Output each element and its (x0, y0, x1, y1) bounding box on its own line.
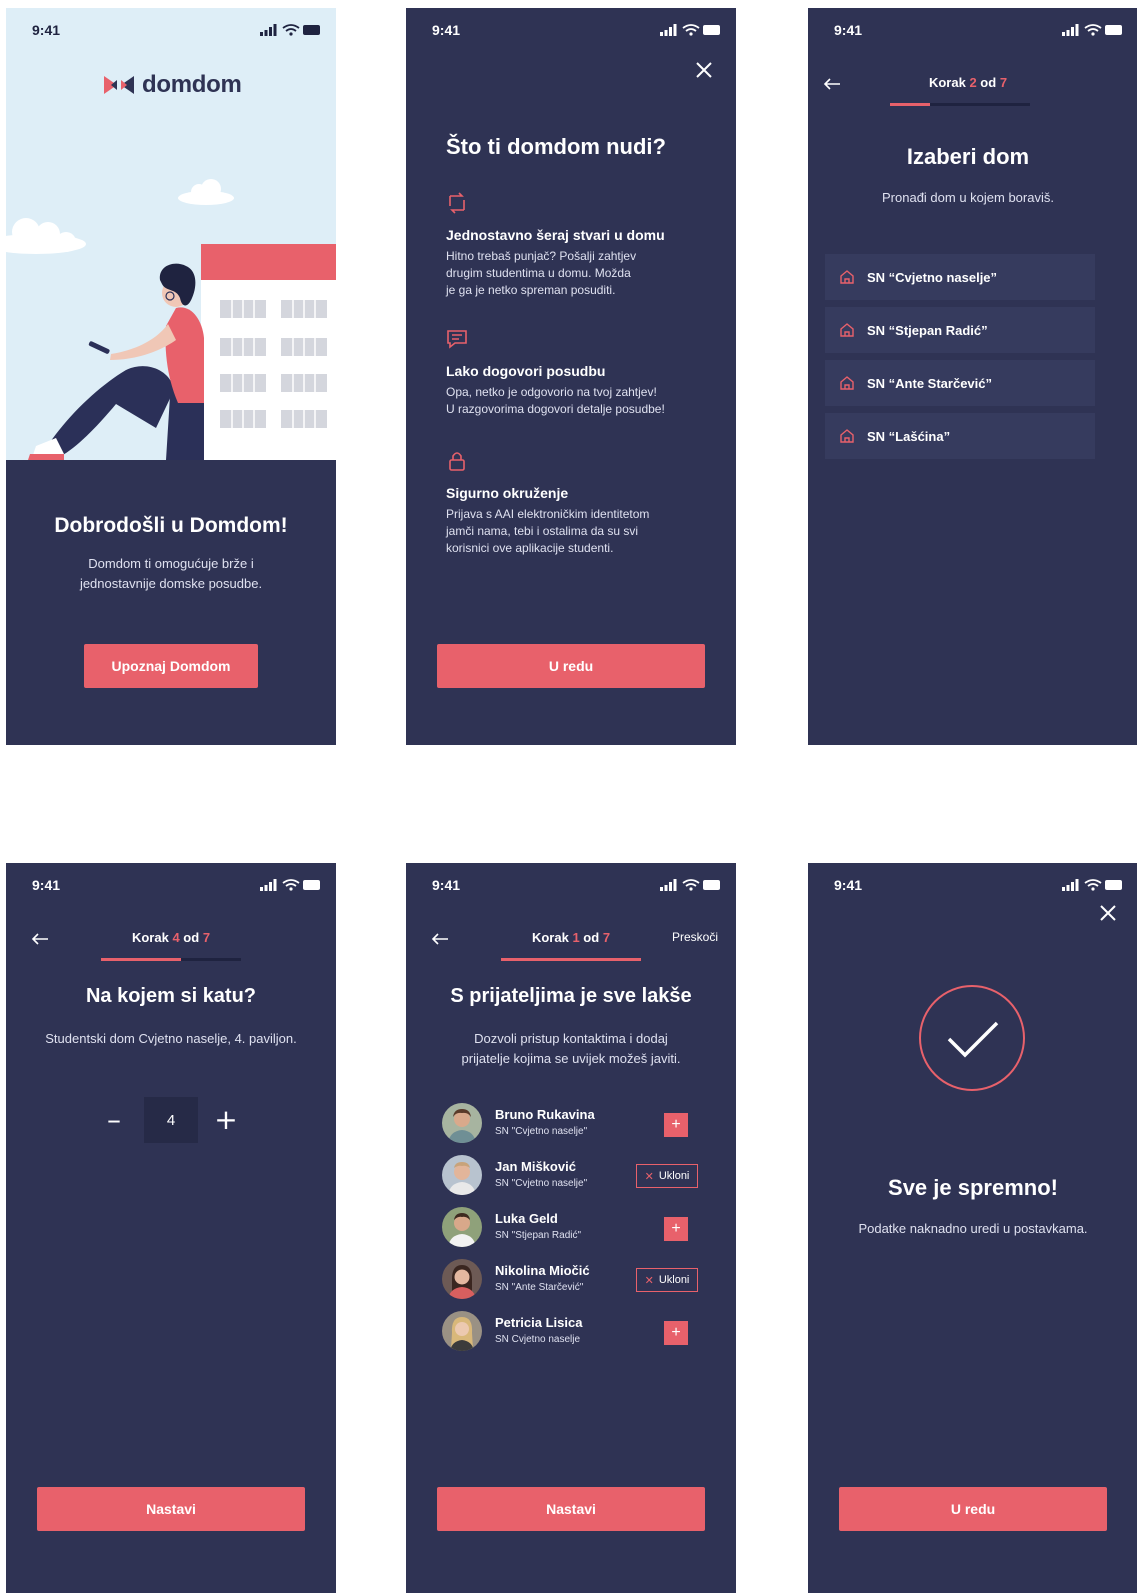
friend-dorm: SN "Stjepan Radić" (495, 1230, 582, 1241)
status-time: 9:41 (32, 22, 61, 38)
chat-icon (447, 330, 467, 349)
friend-row: Nikolina Miočić SN "Ante Starčević" ✕ Ukl… (442, 1259, 698, 1301)
welcome-screen: 9:41 domdom Dobrodošli u Domdom! Domdom … (6, 8, 336, 745)
feature-chat: Lako dogovori posudbu Opa, netko je odgo… (446, 328, 696, 418)
avatar (442, 1207, 482, 1247)
skip-link[interactable]: Preskoči (672, 930, 718, 944)
lock-icon (449, 452, 465, 471)
swap-icon (449, 192, 465, 214)
feature-security: Sigurno okruženje Prijava s AAI elektron… (446, 450, 696, 557)
meet-domdom-button[interactable]: Upoznaj Domdom (84, 644, 258, 688)
remove-friend-button[interactable]: ✕ Ukloni (636, 1164, 698, 1188)
features-screen: 9:41 Što ti domdom nudi? Jednostavno šer… (406, 8, 736, 745)
status-time: 9:41 (432, 877, 461, 893)
floor-title: Na kojem si katu? (85, 985, 257, 1007)
checkmark-icon (947, 1021, 999, 1058)
friend-row: Bruno Rukavina SN "Cvjetno naselje" + (442, 1103, 698, 1145)
friends-title: S prijateljima je sve lakše (450, 985, 692, 1007)
status-icons (260, 879, 320, 891)
dorm-option[interactable]: SN “Cvjetno naselje” (825, 254, 1095, 300)
status-time: 9:41 (432, 22, 461, 38)
status-icons (260, 24, 320, 36)
continue-button[interactable]: Nastavi (437, 1487, 705, 1531)
done-subtitle: Podatke naknadno uredi u postavkama. (858, 1221, 1088, 1236)
friend-dorm: SN "Cvjetno naselje" (495, 1126, 588, 1137)
friends-subtitle: Dozvoli pristup kontaktima i dodaj prija… (461, 1031, 681, 1066)
floor-subtitle: Studentski dom Cvjetno naselje, 4. pavil… (45, 1031, 297, 1046)
friend-name: Petricia Lisica (495, 1315, 583, 1330)
friend-row: Luka Geld SN "Stjepan Radić" + (442, 1207, 698, 1249)
choose-dorm-subtitle: Pronađi dom u kojem boraviš. (882, 190, 1054, 205)
done-screen: 9:41 Sve je spremno! Podatke naknadno ur… (808, 863, 1137, 1593)
home-icon (840, 323, 854, 337)
continue-button[interactable]: Nastavi (37, 1487, 305, 1531)
friend-row: Petricia Lisica SN Cvjetno naselje + (442, 1311, 698, 1353)
feature-share: Jednostavno šeraj stvari u domu Hitno tr… (446, 192, 696, 299)
add-friend-button[interactable]: + (664, 1113, 688, 1137)
floor-value[interactable]: 4 (144, 1097, 198, 1143)
dorm-option[interactable]: SN “Ante Starčević” (825, 360, 1095, 406)
floor-screen: 9:41 Korak 4 od 7 Na kojem si katu? Stud… (6, 863, 336, 1593)
friend-dorm: SN "Cvjetno naselje" (495, 1178, 588, 1189)
step-progress-bar (890, 103, 1030, 106)
step-indicator: Korak 4 od 7 (131, 930, 211, 945)
step-progress-bar (501, 958, 641, 961)
close-icon[interactable] (1098, 903, 1118, 923)
home-icon (840, 376, 854, 390)
add-friend-button[interactable]: + (664, 1321, 688, 1345)
domdom-logo: domdom (104, 70, 242, 100)
features-title: Što ti domdom nudi? (446, 134, 666, 159)
choose-dorm-title: Izaberi dom (906, 144, 1030, 169)
status-icons (1062, 24, 1122, 36)
avatar (442, 1259, 482, 1299)
friend-name: Bruno Rukavina (495, 1107, 595, 1122)
welcome-title: Dobrodošli u Domdom! (54, 514, 288, 537)
friend-dorm: SN "Ante Starčević" (495, 1282, 584, 1293)
step-progress-bar (101, 958, 241, 961)
dorm-option[interactable]: SN “Lašćina” (825, 413, 1095, 459)
status-icons (1062, 879, 1122, 891)
status-time: 9:41 (32, 877, 61, 893)
avatar (442, 1155, 482, 1195)
avatar (442, 1311, 482, 1351)
home-icon (840, 270, 854, 284)
step-indicator: Korak 2 od 7 (928, 75, 1008, 90)
choose-dorm-screen: 9:41 Korak 2 od 7 Izaberi dom Pronađi do… (808, 8, 1137, 745)
ok-button[interactable]: U redu (437, 644, 705, 688)
close-icon: ✕ (644, 1274, 654, 1287)
success-circle (919, 985, 1025, 1091)
friend-name: Luka Geld (495, 1211, 558, 1226)
increment-button[interactable]: + (208, 1099, 244, 1139)
friend-dorm: SN Cvjetno naselje (495, 1334, 581, 1345)
home-icon (840, 429, 854, 443)
ok-button[interactable]: U redu (839, 1487, 1107, 1531)
friends-screen: 9:41 Korak 1 od 7 Preskoči S prijateljim… (406, 863, 736, 1593)
close-icon: ✕ (644, 1170, 654, 1183)
friend-name: Nikolina Miočić (495, 1263, 590, 1278)
friend-row: Jan Mišković SN "Cvjetno naselje" ✕ Uklon… (442, 1155, 698, 1197)
add-friend-button[interactable]: + (664, 1217, 688, 1241)
logo-mark-icon (104, 76, 134, 94)
close-icon[interactable] (694, 60, 714, 80)
status-icons (660, 879, 720, 891)
dorm-option[interactable]: SN “Stjepan Radić” (825, 307, 1095, 353)
done-title: Sve je spremno! (888, 1175, 1058, 1200)
status-icons (660, 24, 720, 36)
remove-friend-button[interactable]: ✕ Ukloni (636, 1268, 698, 1292)
status-time: 9:41 (834, 22, 863, 38)
welcome-subtitle: Domdom ti omogućuje brže i jednostavnije… (79, 556, 263, 591)
friend-name: Jan Mišković (495, 1159, 576, 1174)
decrement-button[interactable]: – (96, 1099, 132, 1139)
avatar (442, 1103, 482, 1143)
status-time: 9:41 (834, 877, 863, 893)
